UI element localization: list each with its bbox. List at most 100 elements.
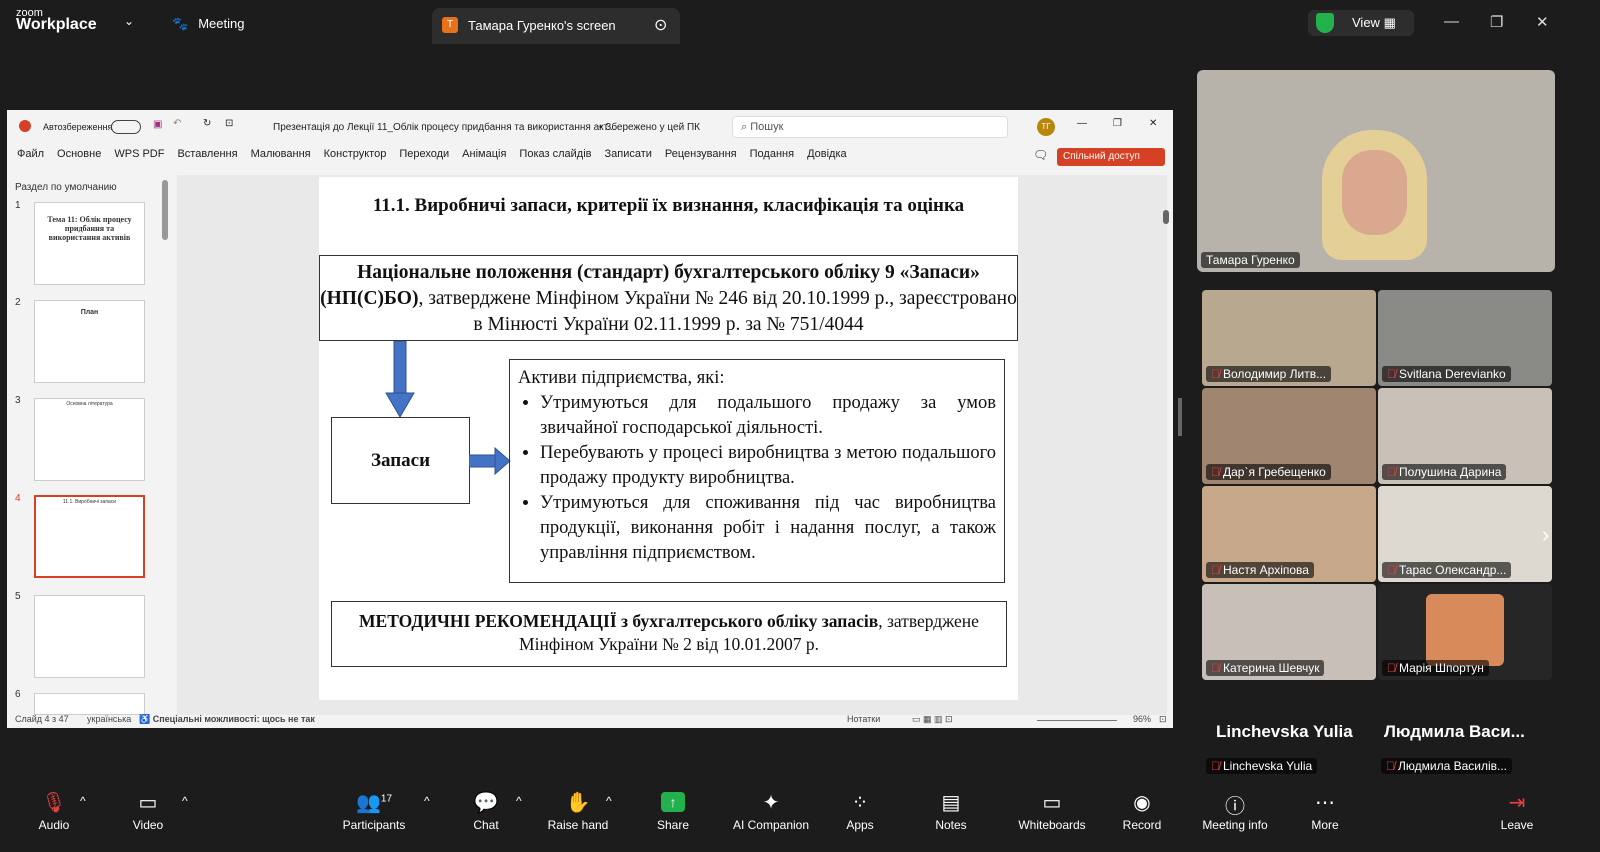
participant-tile[interactable]: 🎙̸ Катерина Шевчук — [1202, 584, 1376, 680]
chevron-up-icon[interactable]: ^ — [182, 794, 188, 808]
apps-icon: ⁘ — [851, 792, 869, 814]
participants-button[interactable]: 👥17 Participants — [334, 790, 414, 832]
chevron-down-icon[interactable]: ⌄ — [124, 14, 134, 28]
restore-icon[interactable]: ❐ — [1113, 118, 1122, 129]
tab-draw[interactable]: Малювання — [251, 148, 311, 160]
panel-resize-handle[interactable] — [1178, 398, 1182, 436]
more-button[interactable]: ⋯ More — [1285, 790, 1365, 832]
grid-icon: ▦ — [1383, 15, 1396, 30]
participant-tile[interactable]: 🎙̸ Марія Шпортун — [1378, 584, 1552, 680]
slide-thumbnail-4[interactable]: 11.1. Виробничі запаси — [34, 495, 145, 578]
bullet-item: Утримуються для подальшого продажу за ум… — [540, 391, 996, 441]
assets-definition-box: Активи підприємства, які: Утримуються дл… — [509, 359, 1005, 583]
whiteboards-button[interactable]: ▭ Whiteboards — [1007, 790, 1097, 832]
participant-tile[interactable]: 🎙̸ Svitlana Derevianko — [1378, 290, 1552, 386]
zoom-level[interactable]: 96% — [1133, 714, 1151, 724]
participant-name: Володимир Литв... — [1223, 367, 1327, 381]
zoom-slider[interactable] — [1037, 720, 1117, 721]
tab-view[interactable]: Подання — [750, 148, 794, 160]
search-input[interactable]: ⌕ Пошук — [732, 116, 1008, 138]
slide-scrollbar[interactable] — [1163, 210, 1169, 224]
participant-name: Дар`я Гребещенко — [1223, 465, 1326, 479]
view-button[interactable]: View ▦ — [1308, 10, 1414, 36]
ai-companion-label: AI Companion — [732, 818, 810, 832]
participant-tile[interactable]: 🎙̸ Полушина Дарина — [1378, 388, 1552, 484]
slide-thumbnail-2[interactable]: План — [34, 300, 145, 383]
accessibility-status[interactable]: ♿ Спеціальні можливості: щось не так — [139, 714, 315, 725]
minimize-icon[interactable]: — — [1444, 13, 1459, 30]
screen-share-tab[interactable]: T Тамара Гуренко's screen ⊙ — [432, 8, 680, 44]
chevron-up-icon[interactable]: ^ — [80, 794, 86, 808]
notes-button[interactable]: Нотатки — [847, 714, 880, 724]
meeting-info-button[interactable]: ⓘ Meeting info — [1190, 790, 1280, 832]
slide-thumbnail-5[interactable] — [34, 595, 145, 678]
slide-thumbnail-6[interactable] — [34, 693, 145, 715]
comments-icon[interactable]: 🗨 — [1033, 148, 1048, 162]
apps-button[interactable]: ⁘ Apps — [820, 790, 900, 832]
leave-icon: ⇥ — [1508, 792, 1526, 814]
share-button[interactable]: ↑ Share — [633, 790, 713, 832]
slide-counter: Слайд 4 з 47 — [15, 714, 69, 724]
tab-help[interactable]: Довідка — [807, 148, 847, 160]
tab-file[interactable]: Файл — [17, 148, 44, 160]
chat-button[interactable]: 💬 Chat — [446, 790, 526, 832]
participant-name: Настя Архіпова — [1223, 563, 1309, 577]
redo-icon[interactable]: ↻ — [203, 118, 211, 129]
tab-animation[interactable]: Анімація — [462, 148, 506, 160]
tab-review[interactable]: Рецензування — [665, 148, 737, 160]
minimize-icon[interactable]: — — [1077, 118, 1087, 129]
undo-icon[interactable]: ↶ — [173, 118, 181, 129]
share-button[interactable]: Спільний доступ — [1057, 148, 1165, 166]
chevron-up-icon[interactable]: ^ — [606, 794, 612, 808]
participant-tile[interactable]: 🎙̸ Тарас Олександр... — [1378, 486, 1552, 582]
tab-record[interactable]: Записати — [604, 148, 651, 160]
meeting-tab[interactable]: 🐾 Meeting — [172, 16, 244, 32]
restore-icon[interactable]: ❐ — [1490, 13, 1503, 31]
tab-slideshow[interactable]: Показ слайдів — [519, 148, 591, 160]
fit-icon[interactable]: ⊡ — [1159, 714, 1167, 725]
thumbnail-scrollbar[interactable] — [162, 180, 168, 240]
user-avatar[interactable]: ТГ — [1037, 118, 1055, 136]
participant-tile[interactable]: 🎙̸ Володимир Литв... — [1202, 290, 1376, 386]
video-icon: ▭ — [138, 792, 158, 814]
mic-muted-icon: 🎙̸ — [1387, 563, 1396, 577]
slide-thumbnail-1[interactable]: Тема 11: Облік процесу придбання та вико… — [34, 202, 145, 285]
tab-transitions[interactable]: Переходи — [399, 148, 449, 160]
leave-button[interactable]: ⇥ Leave — [1477, 790, 1557, 832]
present-icon[interactable]: ⊡ — [225, 118, 233, 129]
participant-tile[interactable]: 🎙̸ Людмила Василів... — [1381, 758, 1513, 774]
notes-button[interactable]: ▤ Notes — [911, 790, 991, 832]
normal-view-icon[interactable]: ▭ ▦ ▥ ⊡ — [912, 714, 953, 725]
participant-tile[interactable]: 🎙̸ Настя Архіпова — [1202, 486, 1376, 582]
zoom-logo: zoom Workplace — [16, 8, 97, 33]
mic-muted-icon: 🎙̸ — [1211, 367, 1220, 381]
tab-design[interactable]: Конструктор — [324, 148, 387, 160]
language[interactable]: українська — [87, 714, 131, 724]
tab-wps-pdf[interactable]: WPS PDF — [114, 148, 164, 160]
view-label: View — [1352, 15, 1380, 30]
save-icon[interactable]: ▣ — [153, 119, 162, 130]
tab-insert[interactable]: Вставлення — [177, 148, 237, 160]
chevron-up-icon[interactable]: ^ — [516, 794, 522, 808]
autosave-toggle[interactable] — [111, 120, 141, 134]
save-state[interactable]: • Збережено у цей ПК — [599, 122, 700, 133]
chevron-up-icon[interactable]: ^ — [424, 794, 430, 808]
thumb-number: 3 — [15, 395, 21, 406]
close-icon[interactable]: ✕ — [1536, 13, 1549, 31]
meeting-info-label: Meeting info — [1202, 818, 1268, 832]
close-icon[interactable]: ✕ — [1149, 118, 1157, 129]
video-button[interactable]: ▭ Video — [108, 790, 188, 832]
record-button[interactable]: ◉ Record — [1102, 790, 1182, 832]
mic-muted-icon: 🎙̸ — [1211, 759, 1220, 773]
participant-tile[interactable]: 🎙̸ Дар`я Гребещенко — [1202, 388, 1376, 484]
raise-hand-label: Raise hand — [547, 818, 609, 832]
active-speaker-video[interactable]: Тамара Гуренко — [1197, 70, 1555, 272]
participant-tile[interactable]: 🎙̸ Linchevska Yulia — [1206, 758, 1318, 774]
slide-thumbnail-3[interactable]: Основна література — [34, 398, 145, 481]
more-icon[interactable]: ⊙ — [654, 15, 667, 35]
mic-muted-icon: 🎙̸ — [1386, 759, 1395, 773]
next-page-icon[interactable]: › — [1542, 522, 1549, 548]
participant-name: Катерина Шевчук — [1223, 661, 1320, 675]
tab-home[interactable]: Основне — [57, 148, 101, 160]
ai-companion-button[interactable]: ✦ AI Companion — [721, 790, 821, 832]
